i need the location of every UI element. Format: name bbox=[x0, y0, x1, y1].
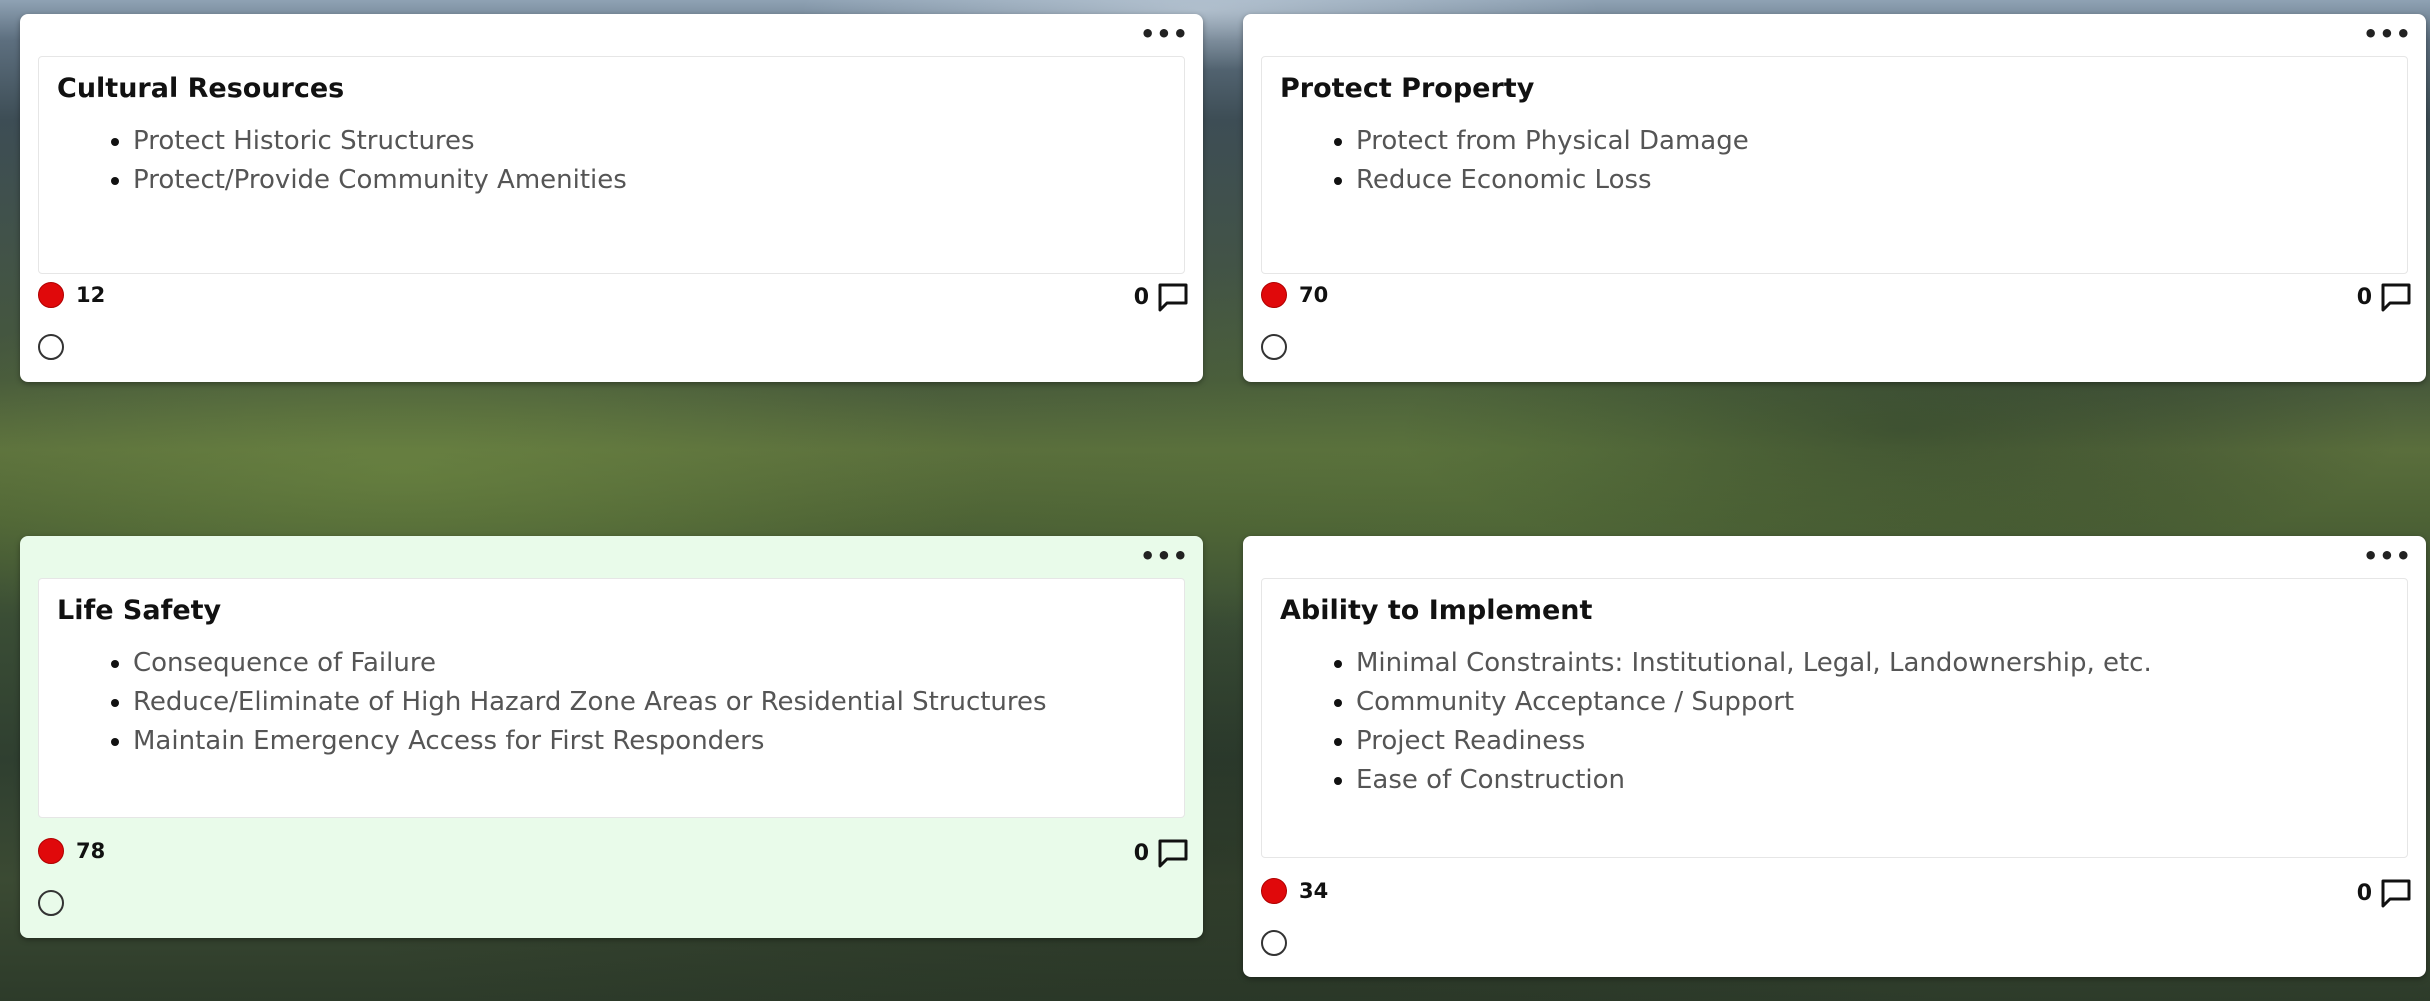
list-item: Protect/Provide Community Amenities bbox=[133, 161, 1166, 200]
add-vote-button[interactable] bbox=[1261, 930, 1287, 956]
comment-count: 0 bbox=[2356, 284, 2372, 310]
card-item-list: Minimal Constraints: Institutional, Lega… bbox=[1280, 644, 2389, 800]
vote-tally: 34 bbox=[1261, 878, 1328, 904]
vote-count: 12 bbox=[76, 283, 106, 307]
list-item: Project Readiness bbox=[1356, 722, 2389, 761]
add-vote-button[interactable] bbox=[38, 890, 64, 916]
card-title: Life Safety bbox=[57, 595, 222, 626]
vote-dot-icon[interactable] bbox=[1261, 282, 1287, 308]
list-item: Maintain Emergency Access for First Resp… bbox=[133, 722, 1166, 761]
comment-icon bbox=[1157, 282, 1189, 312]
comment-count: 0 bbox=[2356, 880, 2372, 906]
card-menu-icon[interactable]: ••• bbox=[1140, 22, 1189, 46]
vote-dot-icon[interactable] bbox=[1261, 878, 1287, 904]
card-title: Ability to Implement bbox=[1280, 595, 1593, 626]
card-menu-icon[interactable]: ••• bbox=[2363, 22, 2412, 46]
list-item: Minimal Constraints: Institutional, Lega… bbox=[1356, 644, 2389, 683]
comment-icon bbox=[2380, 878, 2412, 908]
card-menu-icon[interactable]: ••• bbox=[1140, 544, 1189, 568]
comment-icon bbox=[2380, 282, 2412, 312]
add-vote-button[interactable] bbox=[1261, 334, 1287, 360]
comment-icon bbox=[1157, 838, 1189, 868]
comments-button[interactable]: 0 bbox=[2357, 878, 2412, 908]
comments-button[interactable]: 0 bbox=[2357, 282, 2412, 312]
vote-tally: 78 bbox=[38, 838, 105, 864]
card-life-safety[interactable]: ••• Life Safety Consequence of Failure R… bbox=[20, 536, 1203, 938]
card-content: Cultural Resources Protect Historic Stru… bbox=[38, 56, 1185, 274]
list-item: Community Acceptance / Support bbox=[1356, 683, 2389, 722]
vote-tally: 70 bbox=[1261, 282, 1328, 308]
vote-count: 70 bbox=[1299, 283, 1329, 307]
list-item: Reduce/Eliminate of High Hazard Zone Are… bbox=[133, 683, 1166, 722]
card-item-list: Protect Historic Structures Protect/Prov… bbox=[57, 122, 1166, 200]
card-item-list: Consequence of Failure Reduce/Eliminate … bbox=[57, 644, 1166, 761]
list-item: Protect from Physical Damage bbox=[1356, 122, 2389, 161]
comment-count: 0 bbox=[1133, 284, 1149, 310]
list-item: Reduce Economic Loss bbox=[1356, 161, 2389, 200]
list-item: Protect Historic Structures bbox=[133, 122, 1166, 161]
list-item: Ease of Construction bbox=[1356, 761, 2389, 800]
comments-button[interactable]: 0 bbox=[1134, 282, 1189, 312]
card-title: Protect Property bbox=[1280, 73, 1535, 104]
card-content: Life Safety Consequence of Failure Reduc… bbox=[38, 578, 1185, 818]
card-content: Protect Property Protect from Physical D… bbox=[1261, 56, 2408, 274]
add-vote-button[interactable] bbox=[38, 334, 64, 360]
vote-dot-icon[interactable] bbox=[38, 838, 64, 864]
card-content: Ability to Implement Minimal Constraints… bbox=[1261, 578, 2408, 858]
list-item: Consequence of Failure bbox=[133, 644, 1166, 683]
card-menu-icon[interactable]: ••• bbox=[2363, 544, 2412, 568]
card-title: Cultural Resources bbox=[57, 73, 345, 104]
vote-count: 34 bbox=[1299, 879, 1329, 903]
vote-dot-icon[interactable] bbox=[38, 282, 64, 308]
card-cultural-resources[interactable]: ••• Cultural Resources Protect Historic … bbox=[20, 14, 1203, 382]
vote-count: 78 bbox=[76, 839, 106, 863]
comments-button[interactable]: 0 bbox=[1134, 838, 1189, 868]
vote-tally: 12 bbox=[38, 282, 105, 308]
card-item-list: Protect from Physical Damage Reduce Econ… bbox=[1280, 122, 2389, 200]
card-ability-to-implement[interactable]: ••• Ability to Implement Minimal Constra… bbox=[1243, 536, 2426, 977]
comment-count: 0 bbox=[1133, 840, 1149, 866]
card-protect-property[interactable]: ••• Protect Property Protect from Physic… bbox=[1243, 14, 2426, 382]
